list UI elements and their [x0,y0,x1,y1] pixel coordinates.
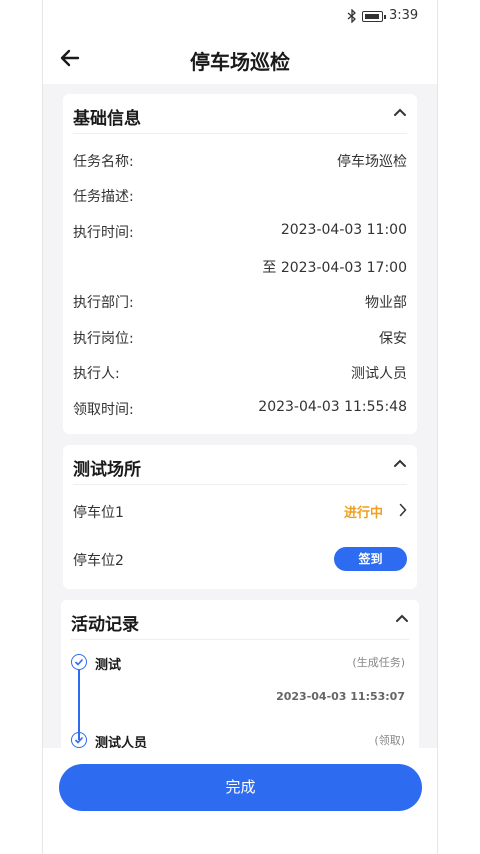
main-content[interactable]: 基础信息 任务名称: 停车场巡检 任务描述: 执行时间: 2023-04-03 … [43,84,437,748]
status-badge: 进行中 [343,506,383,521]
info-label: 执行部门: [73,295,134,311]
status-time: 3:39 [389,8,419,23]
spot-item-1[interactable]: 停车位1 进行中 [73,497,407,527]
check-circle-icon [71,732,87,748]
page-title: 停车场巡检 [190,50,290,74]
chevron-up-icon[interactable] [395,614,409,623]
spot-item-2: 停车位2 签到 [73,545,407,575]
done-button[interactable]: 完成 [59,764,422,811]
check-circle-icon [71,654,87,670]
activity-user: 测试人员 [95,736,148,748]
activity-item-2: 测试人员 (领取) [71,732,409,748]
info-row-claim-time: 领取时间: 2023-04-03 11:55:48 [73,399,407,419]
activity-item-1: 测试 (生成任务) 2023-04-03 11:53:07 [71,654,409,714]
basic-info-card: 基础信息 任务名称: 停车场巡检 任务描述: 执行时间: 2023-04-03 … [63,94,417,434]
info-value: 物业部 [365,295,407,311]
info-value: 2023-04-03 11:55:48 [258,399,407,415]
battery-icon [362,11,386,22]
chevron-right-icon[interactable] [399,503,407,517]
info-value: 停车场巡检 [337,154,407,170]
info-label: 执行岗位: [73,331,134,347]
sign-in-button[interactable]: 签到 [334,547,407,571]
frame-right-border [437,0,438,854]
bottom-bar: 完成 [43,748,437,854]
info-value: 测试人员 [351,366,407,382]
activity-card: 活动记录 测试 (生成任务) 2023-04-03 11:53:07 测试人员 … [61,600,419,748]
info-row-exec-time-end: 至 2023-04-03 17:00 [73,257,407,277]
nav-bar: 停车场巡检 [43,34,437,84]
info-value: 保安 [379,331,407,347]
spot-name: 停车位2 [73,553,124,569]
info-row-executor: 执行人: 测试人员 [73,363,407,383]
basic-info-title: 基础信息 [73,109,141,129]
info-label: 领取时间: [73,402,134,418]
info-row-task-desc: 任务描述: [73,186,407,206]
activity-header[interactable]: 活动记录 [71,600,409,640]
info-label: 执行时间: [73,225,134,241]
info-row-exec-time: 执行时间: 2023-04-03 11:00 [73,222,407,242]
info-label: 任务描述: [73,189,134,205]
info-label: 执行人: [73,366,120,382]
spot-name: 停车位1 [73,505,124,521]
chevron-up-icon[interactable] [393,459,407,468]
activity-user: 测试 [95,658,122,673]
info-row-department: 执行部门: 物业部 [73,292,407,312]
info-row-position: 执行岗位: 保安 [73,328,407,348]
info-row-task-name: 任务名称: 停车场巡检 [73,151,407,171]
activity-action: (领取) [374,734,405,747]
chevron-up-icon[interactable] [393,108,407,117]
activity-action: (生成任务) [352,656,405,669]
activity-time: 2023-04-03 11:53:07 [276,690,405,703]
test-site-title: 测试场所 [73,460,141,480]
test-site-header[interactable]: 测试场所 [73,445,407,485]
info-label: 任务名称: [73,154,134,170]
test-site-card: 测试场所 停车位1 进行中 停车位2 签到 [63,445,417,589]
bluetooth-icon [347,9,356,23]
basic-info-header[interactable]: 基础信息 [73,94,407,134]
info-value: 至 2023-04-03 17:00 [262,260,407,276]
activity-title: 活动记录 [71,615,139,635]
status-bar: 3:39 [0,0,480,32]
info-value: 2023-04-03 11:00 [280,222,407,238]
